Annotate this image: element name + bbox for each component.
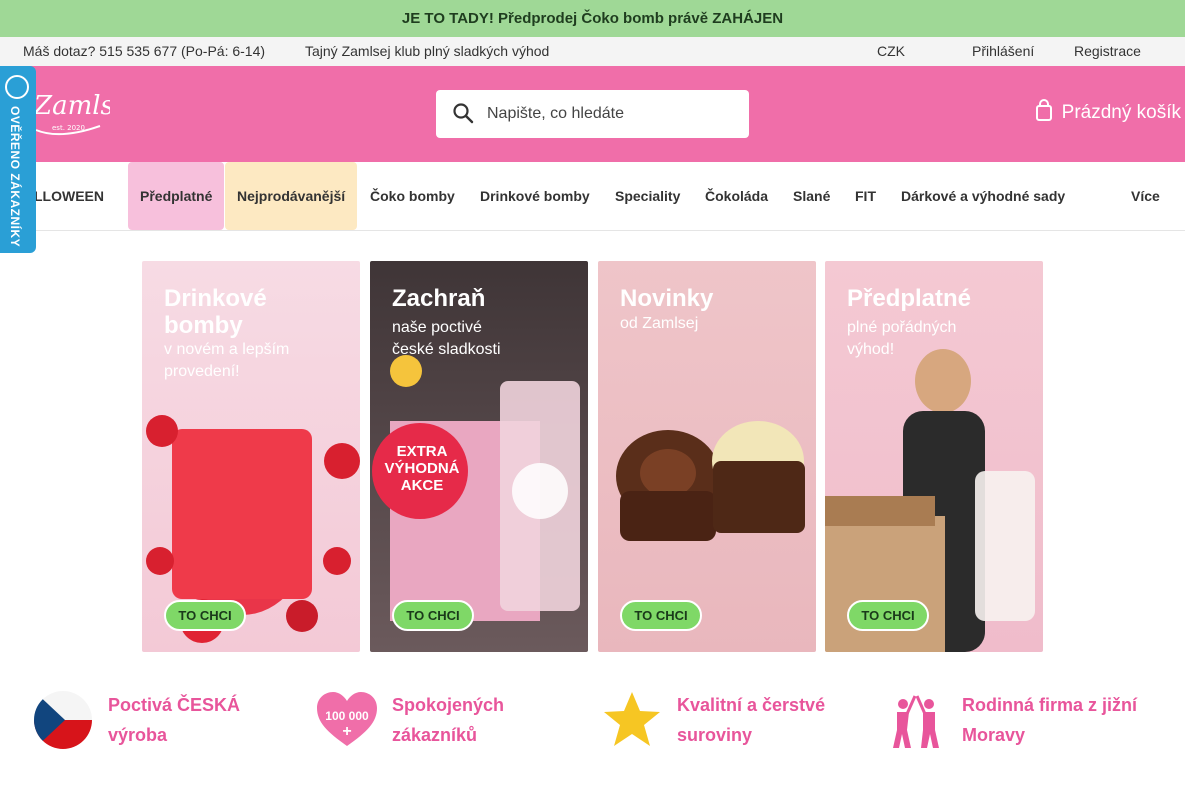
verified-badge[interactable]: OVĚŘENO ZÁKAZNÍKY: [0, 66, 36, 253]
logo[interactable]: Zamlsej est. 2020: [30, 82, 137, 142]
nav-item-halloween[interactable]: LLOWEEN: [34, 162, 104, 230]
nav-item-vice[interactable]: Více: [1131, 162, 1160, 230]
promo-bar[interactable]: JE TO TADY! Předprodej Čoko bomb právě Z…: [0, 0, 1185, 37]
star-icon: [604, 692, 660, 746]
banner-subtitle: v novém a lepším provedení!: [164, 341, 290, 380]
svg-text:+: +: [342, 723, 351, 740]
contact-question[interactable]: Máš dotaz? 515 535 677 (Po-Pá: 6-14): [23, 37, 265, 65]
main-nav: LLOWEEN Předplatné Nejprodávanější Čoko …: [0, 162, 1185, 231]
banner-title: Drinkové bomby: [164, 285, 267, 339]
header: Zamlsej est. 2020 Napište, co hledáte Pr…: [0, 66, 1185, 162]
banner-title: Novinky: [620, 285, 714, 312]
nav-item-predplatne[interactable]: Předplatné: [128, 162, 225, 230]
banner-title: Zachraň: [392, 285, 486, 312]
czech-flag-icon: [34, 691, 92, 749]
banner-title: Předplatné: [847, 285, 972, 312]
cta-button[interactable]: TO CHCI: [620, 600, 702, 631]
cta-button[interactable]: TO CHCI: [847, 600, 929, 631]
banner-subtitle: naše poctivé české sladkosti: [392, 319, 501, 358]
banner-drinkove-bomby[interactable]: Drinkové bomby v novém a lepším proveden…: [142, 261, 360, 652]
cta-button[interactable]: TO CHCI: [392, 600, 474, 631]
bag-icon: [1035, 99, 1052, 121]
nav-item-slane[interactable]: Slané: [793, 162, 830, 230]
banner-predplatne[interactable]: Předplatné plné pořádných výhod! TO CHCI: [825, 261, 1043, 652]
feature-text: Rodinná firma z jižní Moravy: [962, 695, 1138, 745]
register-link[interactable]: Registrace: [1074, 37, 1141, 65]
search-input[interactable]: Napište, co hledáte: [487, 90, 624, 138]
cart-label[interactable]: Prázdný košík: [1062, 102, 1181, 123]
banner-novinky[interactable]: Novinky od Zamlsej TO CHCI: [598, 261, 816, 652]
nav-item-coko-bomby[interactable]: Čoko bomby: [370, 162, 455, 230]
banner-zachran[interactable]: Zachraň naše poctivé české sladkosti EXT…: [370, 261, 588, 652]
nav-item-cokolada[interactable]: Čokoláda: [705, 162, 768, 230]
nav-item-nejprodavanejsi[interactable]: Nejprodávanější: [225, 162, 358, 230]
login-link[interactable]: Přihlášení: [972, 37, 1034, 65]
heart-icon: 100 000 +: [317, 692, 377, 746]
promo-sticker: EXTRA VÝHODNÁ AKCE: [384, 443, 460, 494]
currency-select[interactable]: CZK: [877, 37, 905, 65]
cta-button[interactable]: TO CHCI: [164, 600, 246, 631]
svg-text:Zamlsej: Zamlsej: [33, 91, 110, 121]
nav-item-drinkove-bomby[interactable]: Drinkové bomby: [480, 162, 590, 230]
banner-subtitle: od Zamlsej: [620, 315, 699, 332]
nav-item-speciality[interactable]: Speciality: [615, 162, 680, 230]
nav-item-fit[interactable]: FIT: [855, 162, 876, 230]
verified-badge-text: OVĚŘENO ZÁKAZNÍKY: [8, 106, 22, 248]
feature-text: Spokojených zákazníků: [392, 695, 505, 745]
svg-text:100 000: 100 000: [325, 709, 369, 723]
feature-text: Kvalitní a čerstvé suroviny: [677, 695, 826, 745]
search-icon[interactable]: [452, 102, 474, 124]
top-bar: Máš dotaz? 515 535 677 (Po-Pá: 6-14) Taj…: [0, 37, 1185, 66]
svg-text:est. 2020: est. 2020: [52, 124, 85, 132]
family-icon: [893, 695, 939, 748]
feature-text: Poctivá ČESKÁ výroba: [108, 695, 241, 745]
nav-item-darkove-sady[interactable]: Dárkové a výhodné sady: [901, 162, 1065, 230]
club-link[interactable]: Tajný Zamlsej klub plný sladkých výhod: [305, 37, 549, 65]
search-bar[interactable]: Napište, co hledáte: [436, 90, 749, 138]
cart-button[interactable]: Prázdný košík: [1035, 96, 1181, 130]
seal-icon: [5, 75, 29, 99]
banner-subtitle: plné pořádných výhod!: [847, 319, 957, 358]
promo-text[interactable]: JE TO TADY! Předprodej Čoko bomb právě Z…: [402, 10, 783, 27]
